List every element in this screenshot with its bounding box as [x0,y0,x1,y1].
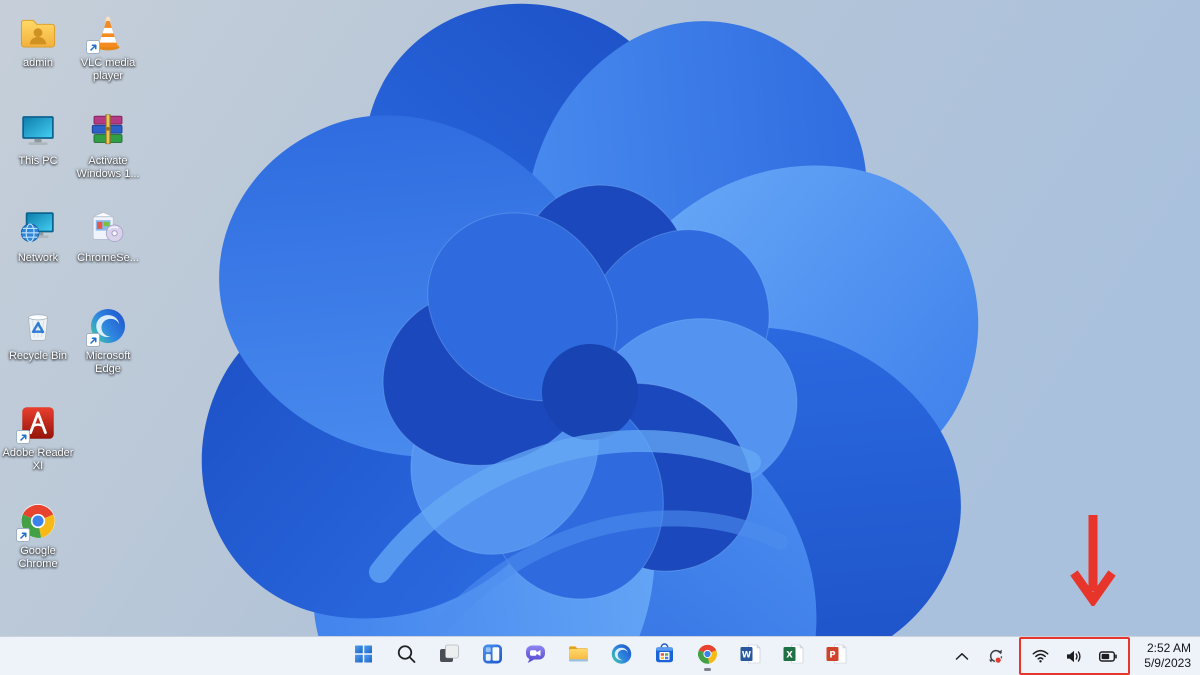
sync-pending-icon [989,649,1003,664]
desktop-icon-label: admin [23,57,53,69]
edge-browser-icon [610,642,634,671]
taskbar: W X P 2:52 AM 5/9/2023 [0,636,1200,675]
taskbar-button-excel[interactable]: X [781,641,807,671]
desktop-icon-label: ChromeSe... [77,252,139,264]
volume-icon [1067,650,1081,662]
desktop-icon-chromese[interactable]: ChromeSe... [72,207,144,265]
taskbar-button-edge[interactable] [609,641,635,671]
edge-browser-icon [86,305,129,347]
desktop-icon-vlc-media-player[interactable]: VLC media player [72,12,144,83]
taskbar-button-search[interactable] [394,641,420,671]
this-pc-monitor-icon [17,110,59,152]
teams-chat-icon [524,642,548,671]
chrome-browser-icon [16,500,59,542]
desktop-icon-this-pc[interactable]: This PC [2,110,74,168]
clock-date: 5/9/2023 [1144,656,1191,670]
hidden-icons-chevron-button[interactable] [952,649,972,664]
recycle-bin-icon [17,305,59,347]
taskbar-button-start[interactable] [351,641,377,671]
clock-time: 2:52 AM [1146,641,1191,655]
task-view-icon [438,642,462,671]
winrar-archive-icon [87,110,129,152]
desktop-icon-activate-windows-1[interactable]: Activate Windows 1... [72,110,144,181]
desktop-icon-network[interactable]: Network [2,207,74,265]
battery-icon [1099,650,1118,662]
svg-text:W: W [742,650,752,660]
svg-text:P: P [829,650,835,660]
user-folder-icon [17,12,59,54]
desktop-icon-admin[interactable]: admin [2,12,74,70]
sync-status-button[interactable] [984,646,1007,667]
excel-icon: X [782,642,806,671]
notification-red-dot [994,656,1003,664]
windows-start-icon [352,642,376,671]
shortcut-arrow-icon [16,528,30,542]
system-tray: 2:52 AM 5/9/2023 [952,637,1193,675]
chrome-browser-icon [696,642,720,671]
taskbar-button-file-explorer[interactable] [566,641,592,671]
vlc-cone-icon [86,12,129,54]
widgets-icon [481,642,505,671]
installer-box-cd-icon [87,207,129,249]
desktop-icon-recycle-bin[interactable]: Recycle Bin [2,305,74,363]
taskbar-button-powerpoint[interactable]: P [824,641,850,671]
desktop-icon-label: Activate Windows 1... [76,155,140,180]
desktop-icon-microsoft-edge[interactable]: Microsoft Edge [72,305,144,376]
powerpoint-icon: P [825,642,849,671]
taskbar-center-buttons: W X P [351,637,850,675]
taskbar-button-chrome[interactable] [695,641,721,671]
wifi-button[interactable] [1029,646,1052,666]
desktop-icon-label: VLC media player [80,57,136,82]
desktop-icon-label: Recycle Bin [8,350,68,362]
wifi-icon [1032,649,1049,663]
network-globe-monitor-icon [17,207,59,249]
word-icon: W [739,642,763,671]
clock[interactable]: 2:52 AM 5/9/2023 [1142,641,1193,671]
shortcut-arrow-icon [86,40,100,54]
running-app-indicator [704,668,711,671]
desktop-icon-label: Adobe Reader XI [2,447,74,472]
taskbar-button-widgets[interactable] [480,641,506,671]
taskbar-button-microsoft-store[interactable] [652,641,678,671]
tray-highlight-red-box [1019,637,1131,675]
shortcut-arrow-icon [86,333,100,347]
battery-button[interactable] [1096,648,1120,665]
taskbar-button-word[interactable]: W [738,641,764,671]
desktop-icon-google-chrome[interactable]: Google Chrome [2,500,74,571]
wallpaper-bloom-image [0,0,1200,637]
windows-desktop: admin VLC media player This PC Activate … [0,0,1200,675]
desktop-icon-label: Network [17,252,59,264]
svg-text:X: X [786,650,793,660]
file-explorer-icon [567,642,591,671]
microsoft-store-icon [653,642,677,671]
shortcut-arrow-icon [16,430,30,444]
desktop-icon-label: Google Chrome [18,545,58,570]
desktop-icon-label: Microsoft Edge [85,350,131,375]
taskbar-button-task-view[interactable] [437,641,463,671]
adobe-reader-icon [16,402,59,444]
desktop-icon-label: This PC [18,155,58,167]
taskbar-button-chat[interactable] [523,641,549,671]
desktop-icon-adobe-reader-xi[interactable]: Adobe Reader XI [2,402,74,473]
search-icon [395,642,419,671]
chevron-up-icon [956,652,969,660]
volume-button[interactable] [1063,647,1085,666]
